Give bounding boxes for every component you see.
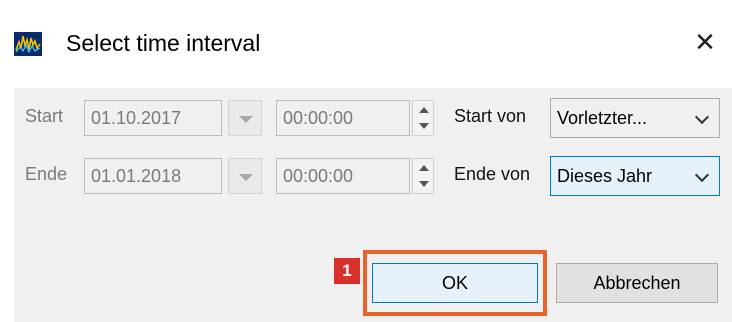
end-time-spinner[interactable] [412, 158, 434, 194]
start-date-field[interactable]: 01.10.2017 [84, 100, 222, 136]
chevron-down-icon [694, 167, 710, 183]
end-date-field[interactable]: 01.01.2018 [84, 158, 222, 194]
chevron-down-icon [239, 174, 253, 181]
end-label: Ende [25, 164, 68, 184]
end-from-value: Dieses Jahr [557, 166, 653, 186]
select-time-interval-dialog: Select time interval ✕ Start 01.10.2017 … [0, 0, 732, 322]
start-time-spinner[interactable] [412, 100, 434, 136]
end-from-label: Ende von [454, 164, 531, 184]
spin-down-icon[interactable] [419, 181, 429, 187]
title-bar: Select time interval ✕ [0, 0, 732, 88]
start-time-field[interactable]: 00:00:00 [276, 100, 410, 136]
chevron-down-icon [694, 109, 710, 125]
start-label: Start [25, 106, 64, 126]
start-from-value: Vorletzter... [557, 108, 648, 128]
start-from-select[interactable]: Vorletzter... [550, 98, 720, 138]
start-date-dropdown-button[interactable] [228, 100, 262, 136]
cancel-button[interactable]: Abbrechen [556, 263, 718, 303]
waveform-app-icon [14, 32, 42, 56]
close-icon[interactable]: ✕ [690, 27, 720, 57]
step-badge: 1 [334, 258, 360, 284]
spin-up-icon[interactable] [419, 107, 429, 113]
end-time-field[interactable]: 00:00:00 [276, 158, 410, 194]
spin-down-icon[interactable] [419, 123, 429, 129]
start-from-label: Start von [454, 106, 527, 126]
window-title: Select time interval [66, 30, 261, 56]
end-from-select[interactable]: Dieses Jahr [550, 156, 720, 196]
end-date-dropdown-button[interactable] [228, 158, 262, 194]
spin-up-icon[interactable] [419, 165, 429, 171]
chevron-down-icon [239, 116, 253, 123]
ok-button-highlight-frame [363, 250, 547, 316]
